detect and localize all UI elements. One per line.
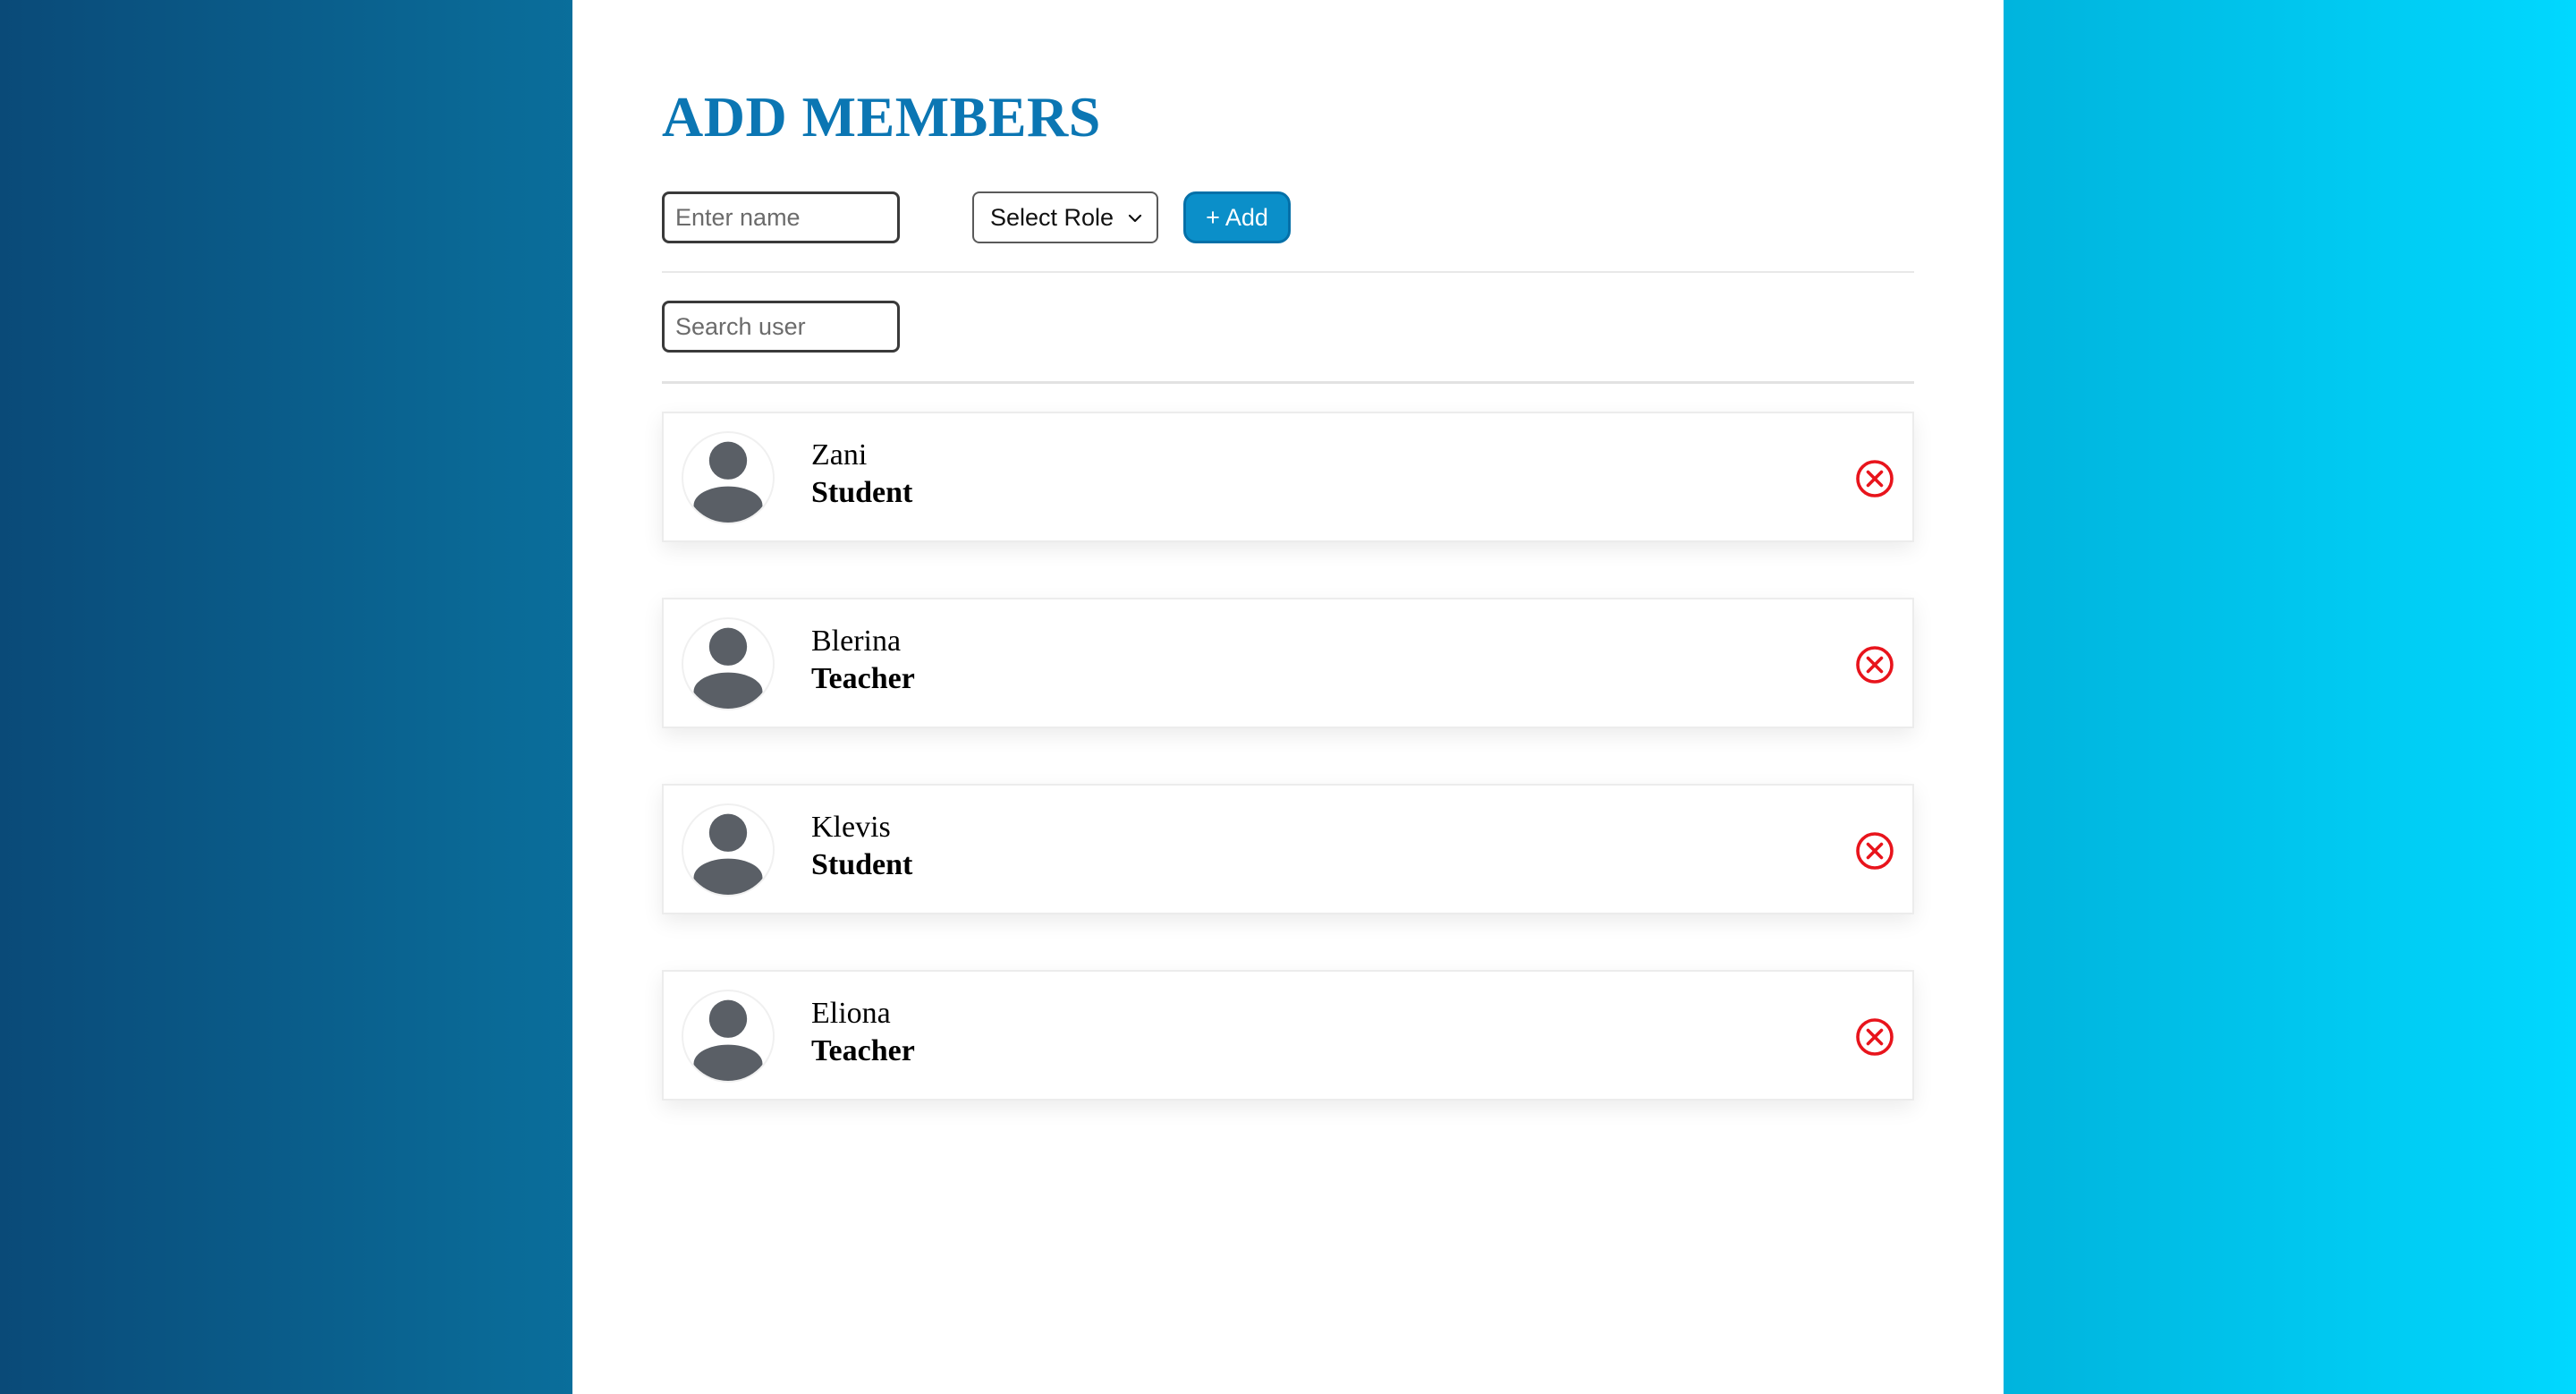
- remove-member-button[interactable]: [1855, 1017, 1894, 1057]
- member-name: Blerina: [811, 625, 902, 658]
- member-name: Eliona: [811, 997, 891, 1030]
- search-input[interactable]: [662, 301, 900, 353]
- page-title: ADD MEMBERS: [662, 85, 1101, 149]
- role-select-value: Select Role: [990, 203, 1114, 231]
- member-card: Zani Student: [662, 412, 1914, 542]
- member-card: Blerina Teacher: [662, 598, 1914, 728]
- remove-member-button[interactable]: [1855, 645, 1894, 684]
- user-avatar-icon: [682, 431, 775, 524]
- close-circle-icon: [1856, 646, 1894, 684]
- user-avatar-icon: [682, 990, 775, 1083]
- member-role: Student: [811, 848, 913, 881]
- member-role: Teacher: [811, 1034, 915, 1067]
- member-name: Zani: [811, 438, 868, 472]
- member-name: Klevis: [811, 811, 891, 844]
- member-role: Student: [811, 476, 913, 509]
- user-avatar-icon: [682, 803, 775, 897]
- member-card: Klevis Student: [662, 784, 1914, 914]
- remove-member-button[interactable]: [1855, 831, 1894, 871]
- divider: [662, 381, 1914, 384]
- user-avatar-icon: [682, 617, 775, 710]
- chevron-down-icon: [1128, 214, 1142, 223]
- add-button-label: + Add: [1206, 203, 1268, 231]
- add-button[interactable]: + Add: [1183, 191, 1291, 243]
- role-select[interactable]: Select Role: [972, 191, 1158, 243]
- remove-member-button[interactable]: [1855, 459, 1894, 498]
- close-circle-icon: [1856, 832, 1894, 870]
- divider: [662, 271, 1914, 273]
- close-circle-icon: [1856, 1018, 1894, 1056]
- member-card: Eliona Teacher: [662, 970, 1914, 1101]
- add-member-form: Select Role + Add: [662, 191, 1914, 243]
- main-panel: ADD MEMBERS Select Role + Add: [572, 0, 2004, 1394]
- name-input[interactable]: [662, 191, 900, 243]
- close-circle-icon: [1856, 460, 1894, 497]
- member-role: Teacher: [811, 662, 915, 695]
